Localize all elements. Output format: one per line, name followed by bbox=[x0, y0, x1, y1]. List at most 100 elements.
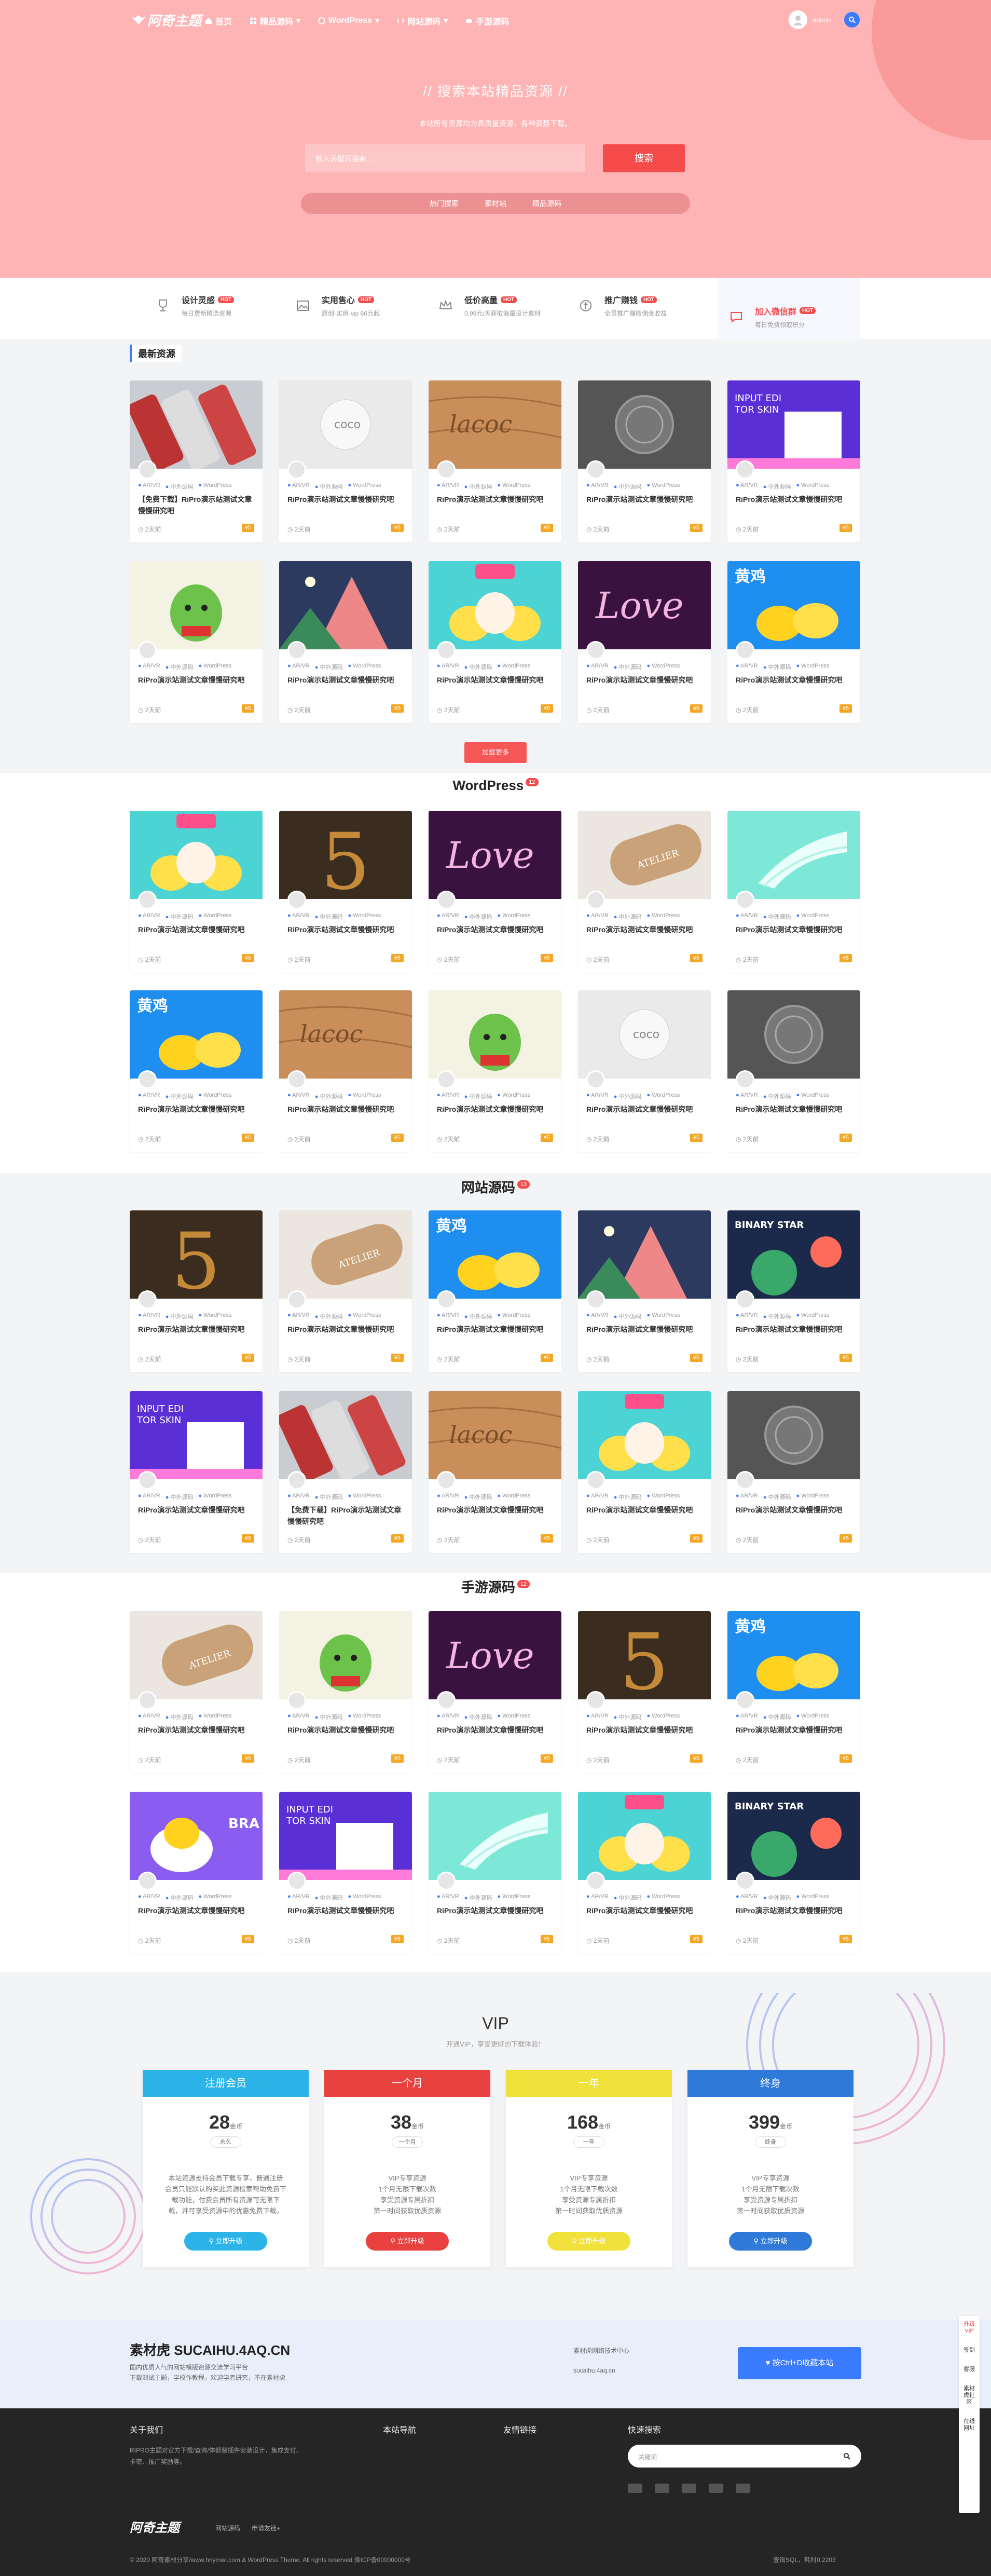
card-thumbnail[interactable] bbox=[429, 1792, 561, 1880]
card-title[interactable]: RiPro演示站测试文章慢慢研究吧 bbox=[736, 1103, 853, 1115]
bookmark-button[interactable]: ♥ 按Ctrl+D收藏本站 bbox=[738, 2347, 861, 2379]
search-input[interactable]: 输入关键词搜索... bbox=[305, 144, 585, 172]
card-thumbnail[interactable] bbox=[429, 990, 561, 1079]
card-thumbnail[interactable]: 5 bbox=[279, 811, 412, 899]
resource-card[interactable]: ● AR/VR ● 中外源码 ● WordPress 【免费下载】RiPro演示站测… bbox=[130, 380, 263, 542]
card-title[interactable]: RiPro演示站测试文章慢慢研究吧 bbox=[138, 924, 255, 935]
card-thumbnail[interactable]: BINARY STAR bbox=[727, 1792, 860, 1880]
resource-card[interactable]: ATELIER ● AR/VR ● 中外源码 ● WordPress RiPro演示… bbox=[578, 811, 711, 973]
feature-item-wechat[interactable]: 加入微信群 HOT 每日免费领取积分 bbox=[718, 278, 860, 340]
author-avatar[interactable] bbox=[138, 891, 157, 909]
author-avatar[interactable] bbox=[437, 1872, 456, 1890]
resource-card[interactable]: ● AR/VR ● 中外源码 ● WordPress RiPro演示站测试文章慢慢研… bbox=[130, 811, 263, 973]
resource-card[interactable]: BINARY STAR ● AR/VR ● 中外源码 ● WordPress RiP… bbox=[727, 1210, 860, 1372]
resource-card[interactable]: 黄鸡 ● AR/VR ● 中外源码 ● WordPress RiPro演示站测试文章… bbox=[727, 561, 860, 723]
resource-card[interactable]: INPUT EDI TOR SKIN ● AR/VR ● 中外源码 ● WordPre… bbox=[130, 1391, 263, 1553]
card-title[interactable]: RiPro演示站测试文章慢慢研究吧 bbox=[138, 1324, 255, 1335]
resource-card[interactable]: 黄鸡 ● AR/VR ● 中外源码 ● WordPress RiPro演示站测试文章… bbox=[429, 1210, 561, 1372]
resource-card[interactable]: ● AR/VR ● 中外源码 ● WordPress RiPro演示站测试文章慢慢研… bbox=[279, 1611, 412, 1773]
nav-item-wordpress[interactable]: WordPress ▾ bbox=[318, 15, 379, 27]
author-avatar[interactable] bbox=[586, 1691, 605, 1710]
card-title[interactable]: RiPro演示站测试文章慢慢研究吧 bbox=[287, 1103, 405, 1115]
resource-card[interactable]: INPUT EDI TOR SKIN ● AR/VR ● 中外源码 ● WordPre… bbox=[727, 380, 860, 542]
author-avatar[interactable] bbox=[586, 1290, 605, 1309]
resource-card[interactable]: ● AR/VR ● 中外源码 ● WordPress RiPro演示站测试文章慢慢研… bbox=[578, 1210, 711, 1372]
resource-card[interactable]: lacoc ● AR/VR ● 中外源码 ● WordPress RiPro演示站测… bbox=[429, 1391, 561, 1553]
card-title[interactable]: RiPro演示站测试文章慢慢研究吧 bbox=[287, 1724, 405, 1736]
card-title[interactable]: RiPro演示站测试文章慢慢研究吧 bbox=[736, 1324, 853, 1335]
card-title[interactable]: RiPro演示站测试文章慢慢研究吧 bbox=[138, 1103, 255, 1115]
card-title[interactable]: RiPro演示站测试文章慢慢研究吧 bbox=[437, 1504, 554, 1516]
card-title[interactable]: RiPro演示站测试文章慢慢研究吧 bbox=[586, 1504, 704, 1516]
resource-card[interactable]: ● AR/VR ● 中外源码 ● WordPress RiPro演示站测试文章慢慢研… bbox=[130, 561, 263, 723]
card-title[interactable]: RiPro演示站测试文章慢慢研究吧 bbox=[736, 1504, 853, 1516]
feature-item[interactable]: 推广赚钱 HOT 全员推广赚取佣金收益 bbox=[579, 293, 667, 318]
card-thumbnail[interactable]: ATELIER bbox=[578, 811, 711, 899]
card-title[interactable]: RiPro演示站测试文章慢慢研究吧 bbox=[586, 924, 704, 935]
author-avatar[interactable] bbox=[287, 1872, 306, 1890]
card-title[interactable]: RiPro演示站测试文章慢慢研究吧 bbox=[437, 494, 554, 505]
author-avatar[interactable] bbox=[586, 891, 605, 909]
resource-card[interactable]: ● AR/VR ● 中外源码 ● WordPress RiPro演示站测试文章慢慢研… bbox=[578, 1792, 711, 1954]
nav-item-home[interactable]: 首页 bbox=[205, 15, 232, 27]
card-thumbnail[interactable] bbox=[279, 561, 412, 649]
card-thumbnail[interactable]: 黄鸡 bbox=[727, 1611, 860, 1699]
card-title[interactable]: RiPro演示站测试文章慢慢研究吧 bbox=[138, 674, 255, 686]
side-community-button[interactable]: 素材虎社区 bbox=[962, 2386, 976, 2406]
card-thumbnail[interactable] bbox=[727, 1391, 860, 1479]
resource-card[interactable]: ● AR/VR ● 中外源码 ● WordPress RiPro演示站测试文章慢慢研… bbox=[429, 990, 561, 1152]
author-avatar[interactable] bbox=[287, 1070, 306, 1089]
author-avatar[interactable] bbox=[586, 641, 605, 660]
card-thumbnail[interactable]: INPUT EDI TOR SKIN bbox=[130, 1391, 263, 1479]
card-title[interactable]: RiPro演示站测试文章慢慢研究吧 bbox=[736, 674, 853, 686]
site-logo[interactable]: 阿奇主题 bbox=[130, 10, 201, 30]
card-thumbnail[interactable] bbox=[130, 380, 263, 469]
author-avatar[interactable] bbox=[287, 1691, 306, 1710]
card-title[interactable]: RiPro演示站测试文章慢慢研究吧 bbox=[138, 1504, 255, 1516]
resource-card[interactable]: ● AR/VR ● 中外源码 ● WordPress RiPro演示站测试文章慢慢研… bbox=[727, 811, 860, 973]
resource-card[interactable]: INPUT EDI TOR SKIN ● AR/VR ● 中外源码 ● WordPre… bbox=[279, 1792, 412, 1954]
card-thumbnail[interactable]: 5 bbox=[578, 1611, 711, 1699]
author-avatar[interactable] bbox=[437, 1691, 456, 1710]
author-avatar[interactable] bbox=[437, 641, 456, 660]
resource-card[interactable]: ● AR/VR ● 中外源码 ● WordPress RiPro演示站测试文章慢慢研… bbox=[429, 561, 561, 723]
resource-card[interactable]: ● AR/VR ● 中外源码 ● WordPress RiPro演示站测试文章慢慢研… bbox=[727, 1391, 860, 1553]
search-tag[interactable]: 素材站 bbox=[485, 198, 506, 209]
upgrade-button[interactable]: ⚲ 立即升级 bbox=[184, 2232, 267, 2251]
author-avatar[interactable] bbox=[287, 460, 306, 479]
card-title[interactable]: RiPro演示站测试文章慢慢研究吧 bbox=[437, 1324, 554, 1335]
author-avatar[interactable] bbox=[736, 1471, 754, 1490]
card-title[interactable]: RiPro演示站测试文章慢慢研究吧 bbox=[736, 1905, 853, 1916]
card-title[interactable]: RiPro演示站测试文章慢慢研究吧 bbox=[586, 1103, 704, 1115]
resource-card[interactable]: ● AR/VR ● 中外源码 ● WordPress RiPro演示站测试文章慢慢研… bbox=[279, 561, 412, 723]
author-avatar[interactable] bbox=[287, 891, 306, 909]
side-site-button[interactable]: 在线网址 bbox=[962, 2418, 976, 2432]
resource-card[interactable]: BRA ● AR/VR ● 中外源码 ● WordPress RiPro演示站测试文… bbox=[130, 1792, 263, 1954]
card-title[interactable]: 【免费下载】RiPro演示站测试文章慢慢研究吧 bbox=[138, 494, 255, 516]
author-avatar[interactable] bbox=[736, 1070, 754, 1089]
resource-card[interactable]: ● AR/VR ● 中外源码 ● WordPress RiPro演示站测试文章慢慢研… bbox=[578, 380, 711, 542]
card-title[interactable]: RiPro演示站测试文章慢慢研究吧 bbox=[437, 1103, 554, 1115]
card-thumbnail[interactable]: 黄鸡 bbox=[727, 561, 860, 649]
card-title[interactable]: RiPro演示站测试文章慢慢研究吧 bbox=[586, 1724, 704, 1736]
resource-card[interactable]: Love ● AR/VR ● 中外源码 ● WordPress RiPro演示站测试… bbox=[429, 1611, 561, 1773]
author-avatar[interactable] bbox=[437, 891, 456, 909]
card-thumbnail[interactable]: 黄鸡 bbox=[130, 990, 263, 1079]
card-thumbnail[interactable] bbox=[578, 380, 711, 469]
author-avatar[interactable] bbox=[586, 460, 605, 479]
author-avatar[interactable] bbox=[736, 641, 754, 660]
card-thumbnail[interactable]: INPUT EDI TOR SKIN bbox=[279, 1792, 412, 1880]
author-avatar[interactable] bbox=[736, 1872, 754, 1890]
card-thumbnail[interactable]: 黄鸡 bbox=[429, 1210, 561, 1299]
card-thumbnail[interactable]: lacoc bbox=[429, 1391, 561, 1479]
footer-link[interactable]: 申请友链+ bbox=[252, 2524, 280, 2532]
resource-card[interactable]: ATELIER ● AR/VR ● 中外源码 ● WordPress RiPro演示… bbox=[279, 1210, 412, 1372]
card-thumbnail[interactable]: coco bbox=[578, 990, 711, 1079]
resource-card[interactable]: ● AR/VR ● 中外源码 ● WordPress RiPro演示站测试文章慢慢研… bbox=[429, 1792, 561, 1954]
resource-card[interactable]: 5 ● AR/VR ● 中外源码 ● WordPress RiPro演示站测试文章慢… bbox=[130, 1210, 263, 1372]
search-toggle-button[interactable] bbox=[844, 12, 860, 28]
card-title[interactable]: RiPro演示站测试文章慢慢研究吧 bbox=[586, 1905, 704, 1916]
card-thumbnail[interactable] bbox=[578, 1391, 711, 1479]
card-title[interactable]: RiPro演示站测试文章慢慢研究吧 bbox=[736, 1724, 853, 1736]
side-service-button[interactable]: 客服 bbox=[962, 2366, 976, 2373]
